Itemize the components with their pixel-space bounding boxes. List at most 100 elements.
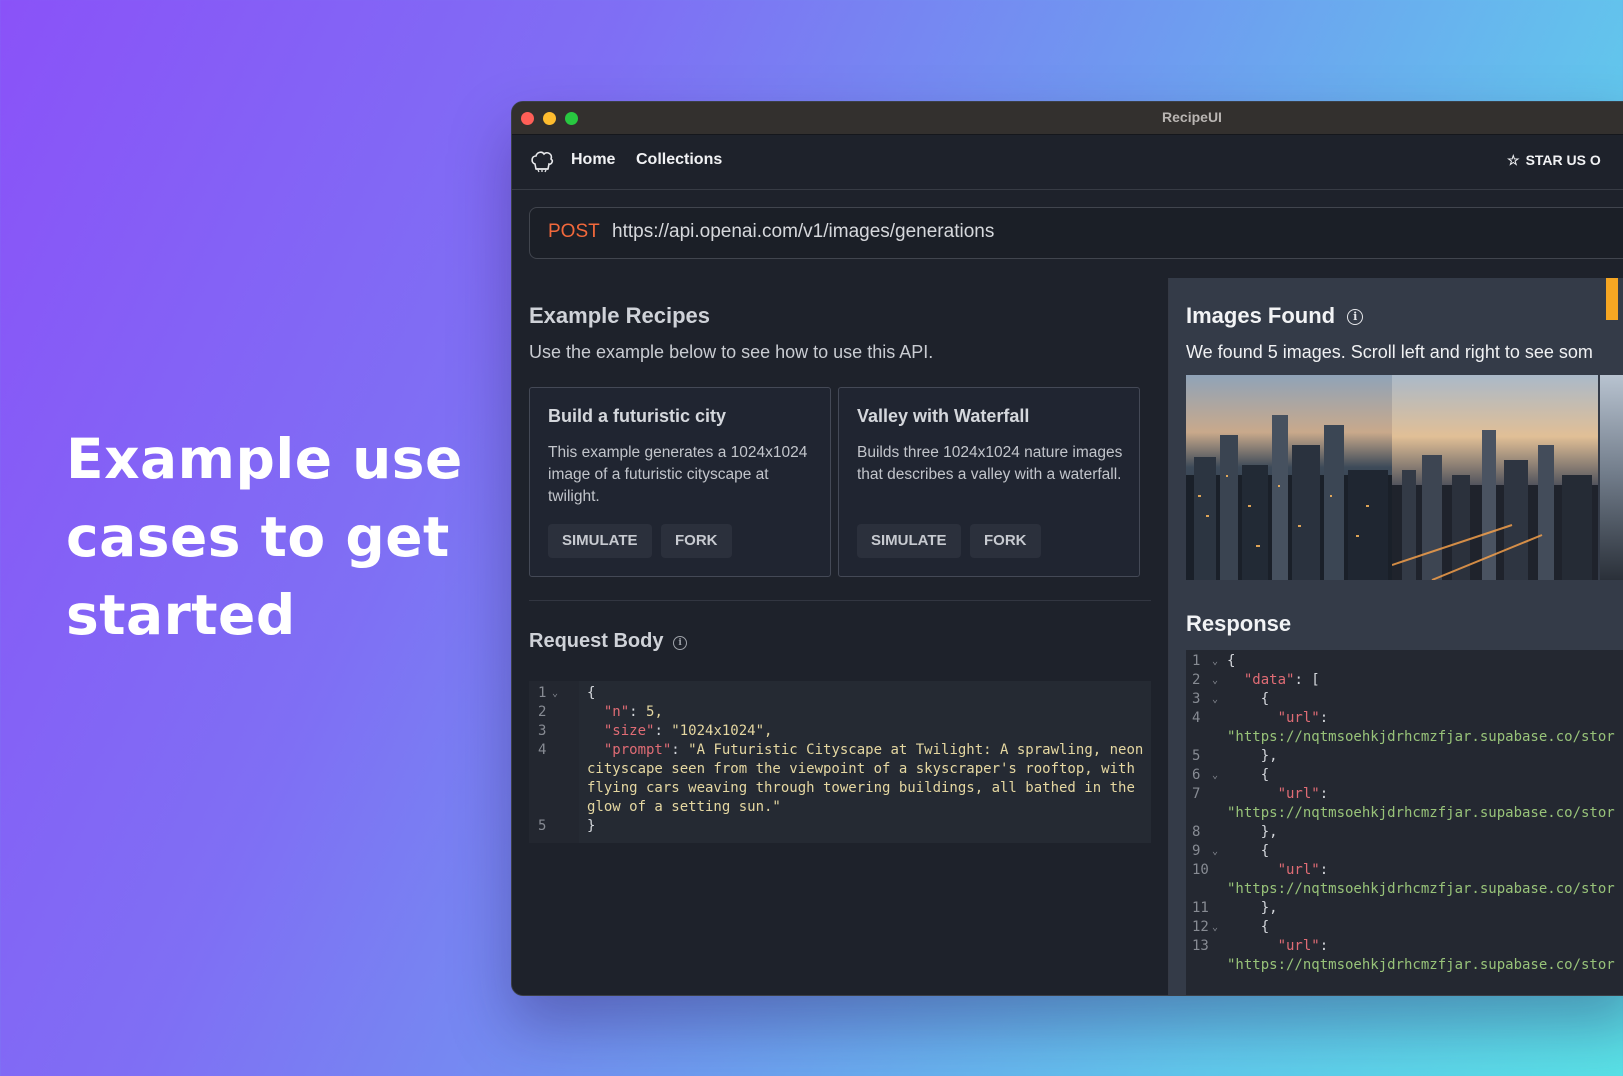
simulate-button[interactable]: SIMULATE — [548, 524, 652, 558]
fold-chevron-icon: ⌄ — [1212, 922, 1219, 933]
code-line: 5} — [529, 817, 1151, 836]
request-body-editor[interactable]: 1 ⌄{2 "n": 5, 3 "size": "1024x1024", 4 "pro… — [529, 681, 1151, 843]
json-key: "size" — [603, 723, 655, 739]
fold-chevron-icon: ⌄ — [1212, 694, 1219, 705]
code-line: 1 ⌄{ — [529, 684, 1151, 703]
code-line: 4 "url": — [1186, 709, 1623, 728]
right-panel: Images Found i We found 5 images. Scroll… — [1169, 278, 1623, 995]
code-fragment: { — [587, 685, 596, 701]
code-fragment: } — [587, 818, 596, 834]
fold-chevron-icon: ⌄ — [1212, 846, 1219, 857]
line-number: 4 — [1192, 710, 1201, 726]
json-key: "url" — [1277, 862, 1320, 878]
images-found-title: Images Found i — [1186, 303, 1364, 329]
left-panel: Example Recipes Use the example below to… — [512, 278, 1169, 995]
recipe-card-valley-waterfall[interactable]: Valley with Waterfall Builds three 1024x… — [838, 387, 1140, 577]
code-line: 9 ⌄ { — [1186, 842, 1623, 861]
http-method[interactable]: POST — [548, 221, 600, 243]
code-line: "https://nqtmsoehkjdrhcmzfjar.supabase.c… — [1186, 956, 1623, 975]
image-carousel[interactable] — [1186, 375, 1623, 580]
code-line: cityscape seen from the viewpoint of a s… — [529, 760, 1151, 779]
line-number: 5 — [538, 818, 547, 834]
star-us-label: STAR US O — [1525, 152, 1601, 168]
code-text: glow of a setting sun." — [587, 798, 781, 817]
code-text: { — [1227, 918, 1269, 937]
images-found-subtitle: We found 5 images. Scroll left and right… — [1186, 342, 1593, 362]
response-editor[interactable]: 1 ⌄{2 ⌄ "data": [3 ⌄ {4 "url": "https://nqtm… — [1186, 650, 1623, 995]
nav-home-link[interactable]: Home — [571, 151, 615, 169]
code-fragment: { — [1227, 691, 1270, 707]
simulate-button[interactable]: SIMULATE — [857, 524, 961, 558]
app-window: RecipeUI Home Collections ☆ STAR US O POS… — [511, 101, 1623, 996]
json-key: "url" — [1277, 710, 1320, 726]
star-us-button[interactable]: ☆ STAR US O — [1507, 152, 1601, 169]
json-key: "url" — [1277, 938, 1320, 954]
fold-chevron-icon: ⌄ — [1212, 675, 1219, 686]
info-icon[interactable]: i — [1347, 309, 1364, 325]
code-text: } — [587, 817, 595, 836]
recipe-card-title: Build a futuristic city — [548, 406, 727, 426]
code-fragment: { — [1227, 653, 1236, 669]
code-text: "data": [ — [1243, 672, 1320, 688]
orange-tab-indicator[interactable] — [1606, 278, 1618, 320]
line-number: 10 — [1192, 862, 1209, 878]
code-line: "https://nqtmsoehkjdrhcmzfjar.supabase.c… — [1186, 728, 1623, 747]
json-key: "data" — [1243, 672, 1295, 688]
json-value: "A Futuristic Cityscape at Twilight: A s… — [679, 742, 1144, 758]
line-number: 7 — [1192, 786, 1201, 802]
code-fragment: cityscape seen from the viewpoint of a s… — [587, 761, 1135, 777]
code-text: }, — [1227, 899, 1278, 918]
recipe-card-futuristic-city[interactable]: Build a futuristic city This example gen… — [529, 387, 831, 577]
code-line: 10 "url": — [1186, 861, 1623, 880]
fork-button[interactable]: FORK — [970, 524, 1041, 558]
request-url[interactable]: https://api.openai.com/v1/images/generat… — [612, 221, 994, 243]
line-number: 4 — [538, 742, 547, 758]
json-url-value: "https://nqtmsoehkjdrhcmzfjar.supabase.c… — [1227, 729, 1615, 745]
json-url-value: "https://nqtmsoehkjdrhcmzfjar.supabase.c… — [1227, 805, 1615, 821]
code-line: "https://nqtmsoehkjdrhcmzfjar.supabase.c… — [1186, 804, 1623, 823]
code-line: 12 ⌄ { — [1186, 918, 1623, 937]
star-icon: ☆ — [1507, 152, 1520, 168]
hero-text: Example use cases to get started — [66, 420, 486, 654]
code-text: }, — [1227, 823, 1278, 842]
generated-image-1[interactable] — [1186, 375, 1392, 580]
code-line: 3 ⌄ { — [1186, 690, 1623, 709]
code-text: "n": 5, — [603, 704, 663, 720]
code-line: 8 }, — [1186, 823, 1623, 842]
json-value: "1024x1024", — [662, 723, 773, 739]
code-text: "url": — [1277, 786, 1329, 802]
generated-image-3[interactable] — [1600, 375, 1623, 580]
code-line: glow of a setting sun." — [529, 798, 1151, 817]
images-found-label: Images Found — [1186, 303, 1336, 328]
code-text: { — [1227, 690, 1269, 709]
chef-hat-icon[interactable] — [529, 149, 555, 175]
request-body-title: Request Body i — [529, 630, 688, 653]
code-line: 1 ⌄{ — [1186, 652, 1623, 671]
fork-button[interactable]: FORK — [661, 524, 732, 558]
info-icon[interactable]: i — [673, 636, 688, 650]
code-line: 6 ⌄ { — [1186, 766, 1623, 785]
code-text: cityscape seen from the viewpoint of a s… — [587, 760, 1135, 779]
code-text: { — [587, 684, 595, 703]
code-fragment: }, — [1227, 900, 1278, 916]
code-text: { — [1227, 842, 1269, 861]
line-number: 13 — [1192, 938, 1209, 954]
code-line: 3 "size": "1024x1024", — [529, 722, 1151, 741]
nav-collections-link[interactable]: Collections — [636, 151, 722, 169]
title-bar: RecipeUI — [512, 102, 1623, 135]
code-text: "https://nqtmsoehkjdrhcmzfjar.supabase.c… — [1227, 880, 1615, 899]
code-text: "url": — [1277, 938, 1329, 954]
json-url-value: "https://nqtmsoehkjdrhcmzfjar.supabase.c… — [1227, 881, 1615, 897]
code-fragment: { — [1227, 767, 1270, 783]
line-number: 2 — [538, 704, 547, 720]
generated-image-2[interactable] — [1392, 375, 1598, 580]
code-fragment: flying cars weaving through towering bui… — [587, 780, 1135, 796]
code-line: 13 "url": — [1186, 937, 1623, 956]
json-key: "prompt" — [603, 742, 672, 758]
code-text: "https://nqtmsoehkjdrhcmzfjar.supabase.c… — [1227, 956, 1615, 975]
json-url-value: "https://nqtmsoehkjdrhcmzfjar.supabase.c… — [1227, 957, 1615, 973]
code-text: { — [1227, 652, 1235, 671]
code-text: { — [1227, 766, 1269, 785]
hero-line-2: cases to get — [66, 505, 450, 569]
url-bar[interactable]: POST https://api.openai.com/v1/images/ge… — [529, 207, 1623, 259]
